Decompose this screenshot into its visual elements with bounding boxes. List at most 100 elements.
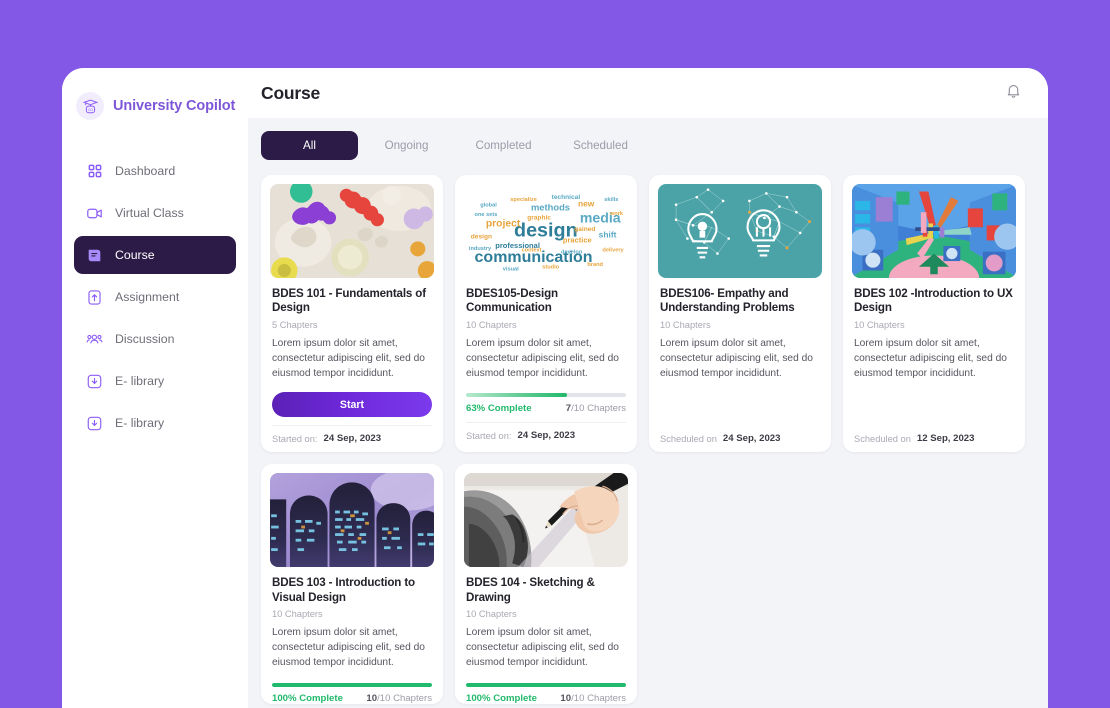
course-card[interactable]: BDES 102 -Introduction to UX Design 10 C… — [843, 175, 1025, 453]
svg-text:gained: gained — [574, 226, 595, 233]
brand: CO University Copilot — [62, 86, 248, 126]
course-chapters: 10 Chapters — [660, 319, 711, 330]
svg-text:CO: CO — [87, 107, 93, 111]
course-chapters: 10 Chapters — [272, 609, 323, 620]
svg-text:work: work — [609, 211, 624, 217]
grid-squares-icon — [86, 163, 103, 180]
tab-all[interactable]: All — [261, 131, 358, 160]
sidebar-item-label: Virtual Class — [115, 206, 184, 220]
sidebar-item-dashboard[interactable]: Dashboard — [74, 152, 236, 190]
course-title: BDES 101 - Fundamentals of Design — [272, 287, 426, 315]
svg-text:brand: brand — [587, 262, 603, 268]
course-card[interactable]: BDES 101 - Fundamentals of Design 5 Chap… — [261, 175, 443, 453]
svg-text:skills: skills — [604, 197, 618, 203]
progress-track — [466, 682, 626, 687]
tab-completed[interactable]: Completed — [455, 131, 552, 160]
progress-count-rest: /10 Chapters — [571, 403, 626, 415]
course-chapters: 10 Chapters — [854, 319, 905, 330]
svg-text:context: context — [522, 248, 542, 254]
progress-fill — [272, 682, 432, 687]
svg-text:practice: practice — [563, 235, 592, 244]
svg-text:methods: methods — [531, 201, 570, 212]
course-thumbnail-clay-shapes — [270, 184, 434, 278]
sidebar-item-discussion[interactable]: Discussion — [74, 320, 236, 358]
book-icon — [86, 247, 103, 264]
course-footer-date: 24 Sep, 2023 — [722, 433, 781, 445]
course-thumbnail-lightbulbs — [658, 184, 822, 278]
progress-track — [466, 393, 626, 398]
svg-text:one sets: one sets — [475, 212, 498, 218]
sidebar-item-label: E- library — [115, 416, 165, 430]
tab-scheduled[interactable]: Scheduled — [552, 131, 649, 160]
course-footer: Scheduled on 12 Sep, 2023 — [854, 426, 1014, 452]
main-area: Course All Ongoing Completed Scheduled B… — [248, 68, 1048, 708]
course-card[interactable]: design communication media project metho… — [455, 175, 637, 453]
course-card[interactable]: BDES 104 - Sketching & Drawing 10 Chapte… — [455, 464, 637, 704]
course-thumbnail-purple-towers — [270, 473, 434, 568]
sidebar-item-label: Course — [115, 248, 155, 262]
course-footer-date: 24 Sep, 2023 — [323, 433, 382, 445]
content-area: All Ongoing Completed Scheduled BDES 101… — [248, 118, 1048, 708]
sidebar-item-course[interactable]: Course — [74, 236, 236, 274]
course-footer-date: 12 Sep, 2023 — [916, 433, 975, 445]
course-chapters: 10 Chapters — [466, 609, 517, 620]
progress-track — [272, 682, 432, 687]
course-description: Lorem ipsum dolor sit amet, consectetur … — [466, 627, 619, 668]
course-footer-date: 24 Sep, 2023 — [517, 430, 576, 442]
sidebar-item-assignment[interactable]: Assignment — [74, 278, 236, 316]
progress-fill — [466, 393, 567, 398]
sidebar-item-virtual-class[interactable]: Virtual Class — [74, 194, 236, 232]
progress-count-done: 10 — [366, 692, 378, 704]
course-footer: Started on: 24 Sep, 2023 — [272, 425, 432, 452]
course-footer: Scheduled on 24 Sep, 2023 — [660, 426, 820, 452]
svg-text:delivery: delivery — [602, 248, 624, 254]
course-card-body: BDES 104 - Sketching & Drawing 10 Chapte… — [464, 567, 628, 704]
course-progress: 100% Complete 10/10 Chapters — [272, 682, 432, 704]
start-button[interactable]: Start — [272, 392, 432, 418]
course-description: Lorem ipsum dolor sit amet, consectetur … — [660, 337, 813, 379]
svg-text:technical: technical — [552, 194, 581, 201]
course-card-body: BDES 102 -Introduction to UX Design 10 C… — [852, 278, 1016, 452]
course-card-body: BDES105-Design Communication 10 Chapters… — [464, 278, 628, 452]
course-filter-tabs: All Ongoing Completed Scheduled — [261, 131, 1035, 160]
course-thumbnail-word-cloud: design communication media project metho… — [464, 184, 628, 278]
course-title: BDES 102 -Introduction to UX Design — [854, 287, 1013, 315]
course-chapters: 10 Chapters — [466, 319, 517, 330]
course-card-body: BDES 101 - Fundamentals of Design 5 Chap… — [270, 278, 434, 452]
sidebar-item-label: Discussion — [115, 332, 175, 346]
course-title: BDES105-Design Communication — [466, 287, 558, 315]
upload-file-icon — [86, 289, 103, 306]
topbar: Course — [248, 68, 1048, 118]
course-footer: Started on: 24 Sep, 2023 — [466, 422, 626, 449]
course-footer-label: Scheduled on — [660, 433, 717, 444]
course-thumbnail-pencil-sketch — [464, 473, 628, 568]
course-card[interactable]: BDES106- Empathy and Understanding Probl… — [649, 175, 831, 453]
progress-meta: 100% Complete 10/10 Chapters — [272, 693, 432, 704]
download-box-icon — [86, 373, 103, 390]
sidebar-item-e-library-1[interactable]: E- library — [74, 362, 236, 400]
course-progress: 63% Complete 7/10 Chapters — [466, 393, 626, 414]
course-chapters: 5 Chapters — [272, 319, 318, 330]
course-title: BDES 103 - Introduction to Visual Design — [272, 576, 415, 604]
svg-text:global: global — [480, 203, 497, 209]
people-group-icon — [86, 331, 103, 348]
course-card[interactable]: BDES 103 - Introduction to Visual Design… — [261, 464, 443, 704]
bell-icon[interactable] — [1005, 82, 1022, 104]
svg-text:industry: industry — [469, 246, 492, 252]
tab-ongoing[interactable]: Ongoing — [358, 131, 455, 160]
svg-text:graphic: graphic — [527, 215, 551, 222]
course-card-body: BDES106- Empathy and Understanding Probl… — [658, 278, 822, 452]
sidebar-item-label: Dashboard — [115, 164, 176, 178]
app-window: CO University Copilot Dashboard Virtual … — [62, 68, 1048, 708]
download-box-icon — [86, 415, 103, 432]
progress-count-done: 10 — [560, 692, 572, 704]
svg-text:design: design — [471, 234, 492, 241]
svg-text:new: new — [578, 199, 595, 209]
sidebar-item-e-library-2[interactable]: E- library — [74, 404, 236, 442]
progress-count-rest: /10 Chapters — [377, 692, 432, 704]
course-grid: BDES 101 - Fundamentals of Design 5 Chap… — [261, 175, 1035, 704]
video-camera-icon — [86, 205, 103, 222]
progress-count: 10/10 Chapters — [560, 693, 626, 704]
course-description: Lorem ipsum dolor sit amet, consectetur … — [466, 337, 619, 379]
course-progress: 100% Complete 10/10 Chapters — [466, 682, 626, 704]
